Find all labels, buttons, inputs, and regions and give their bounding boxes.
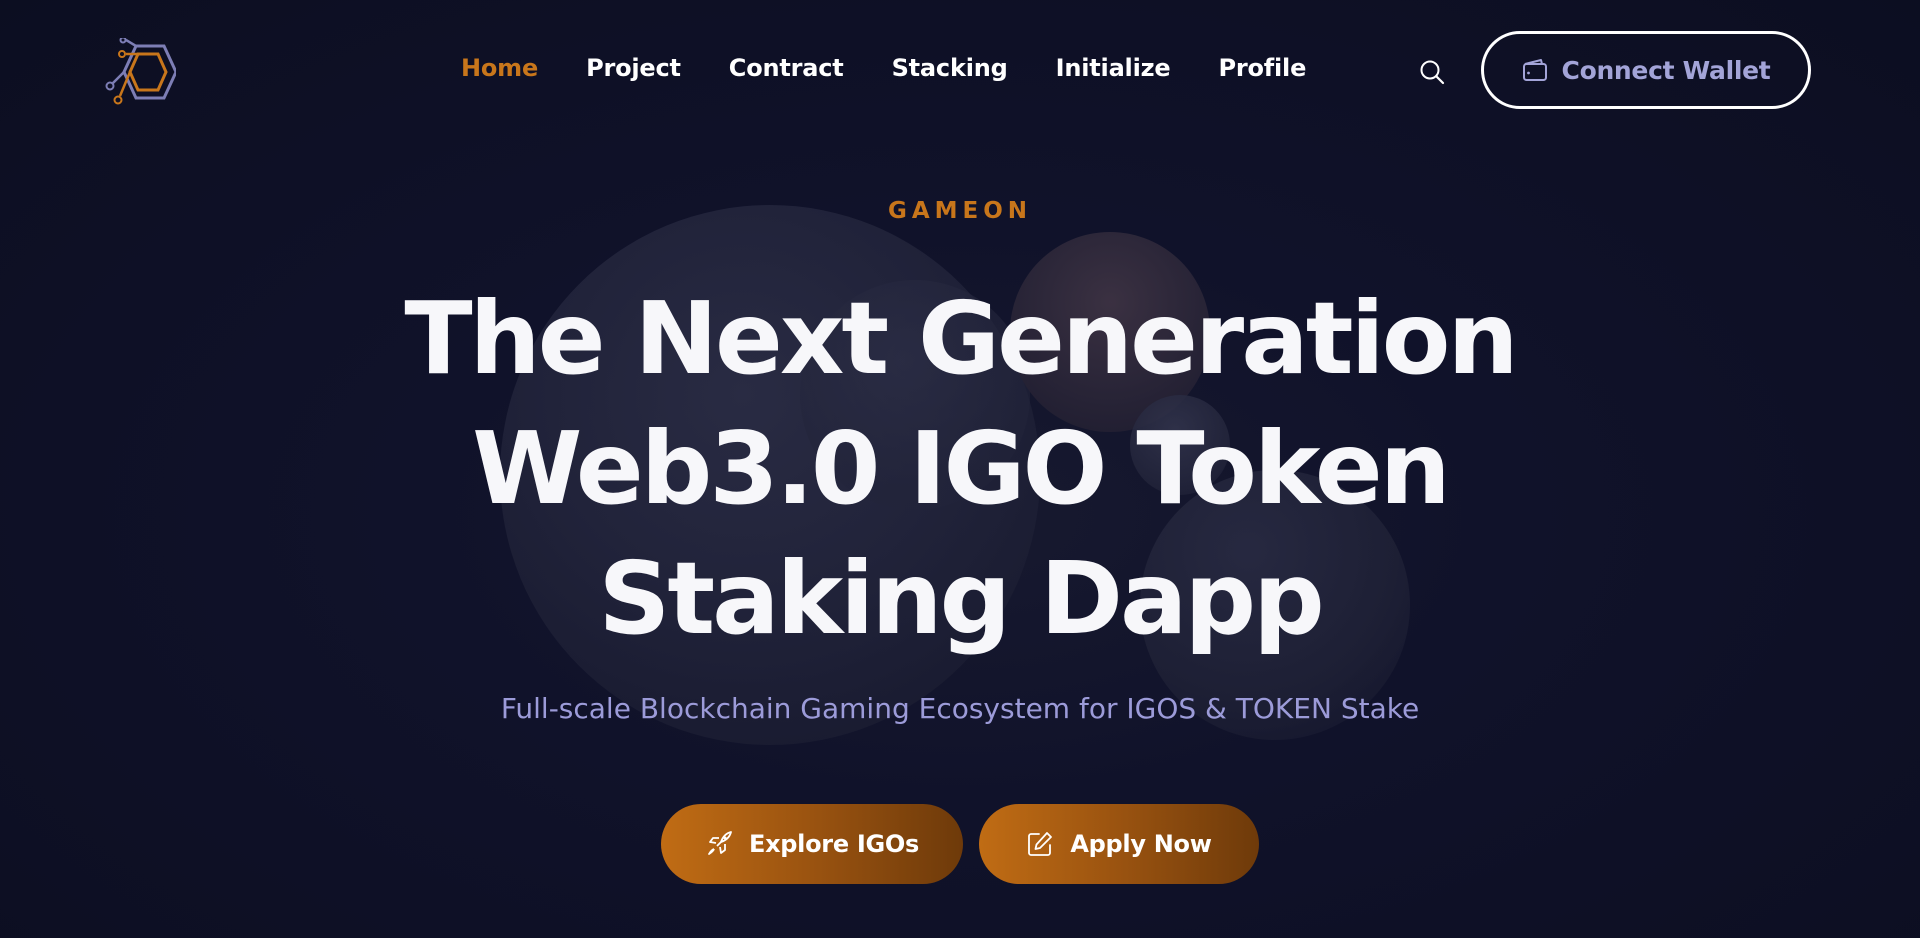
nav-item-initialize[interactable]: Initialize: [1056, 54, 1171, 82]
apply-now-label: Apply Now: [1070, 830, 1212, 858]
hero-headline: The Next Generation Web3.0 IGO Token Sta…: [0, 274, 1920, 664]
connect-wallet-label: Connect Wallet: [1561, 55, 1771, 85]
hero-eyebrow: GAMEON: [887, 198, 1033, 224]
search-icon[interactable]: [1418, 58, 1446, 86]
edit-icon: [1028, 832, 1053, 856]
nav-item-home[interactable]: Home: [461, 54, 538, 82]
rocket-icon: [708, 831, 732, 855]
landing-page: Home Project Contract Stacking Initializ…: [0, 0, 1920, 938]
main-nav: Home Project Contract Stacking Initializ…: [461, 54, 1306, 82]
wallet-icon: [1522, 59, 1547, 81]
headline-line: The Next Generation: [404, 280, 1518, 397]
nav-item-stacking[interactable]: Stacking: [892, 54, 1008, 82]
headline-line: Web3.0 IGO Token: [472, 410, 1451, 527]
hexagon-circuit-logo-icon[interactable]: [104, 36, 178, 108]
apply-now-button[interactable]: Apply Now: [979, 804, 1259, 884]
explore-igos-label: Explore IGOs: [749, 830, 919, 858]
headline-line: Staking Dapp: [598, 540, 1324, 657]
hero-cta-row: Explore IGOs Apply Now: [661, 804, 1259, 884]
connect-wallet-button[interactable]: Connect Wallet: [1481, 31, 1811, 109]
nav-item-project[interactable]: Project: [586, 54, 681, 82]
nav-item-contract[interactable]: Contract: [729, 54, 844, 82]
nav-item-profile[interactable]: Profile: [1218, 54, 1306, 82]
explore-igos-button[interactable]: Explore IGOs: [661, 804, 963, 884]
hero-subtitle: Full-scale Blockchain Gaming Ecosystem f…: [500, 692, 1420, 725]
